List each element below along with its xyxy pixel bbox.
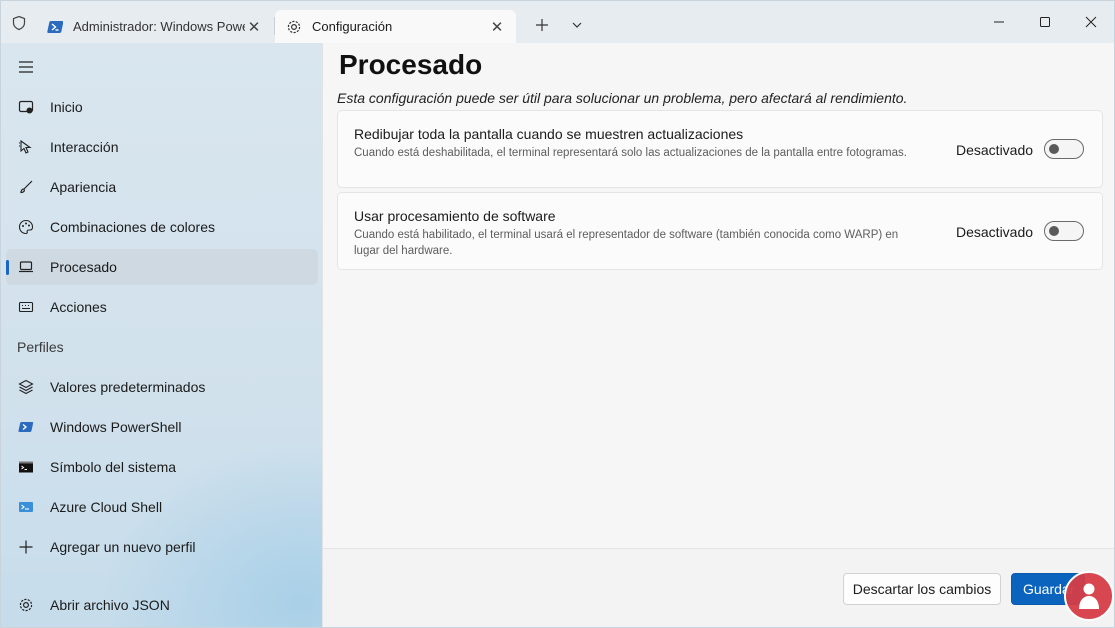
close-icon: [1085, 16, 1097, 28]
laptop-icon: [17, 258, 35, 276]
sidebar-item-label: Combinaciones de colores: [50, 219, 215, 235]
home-icon: [17, 98, 35, 116]
tab-title: Configuración: [312, 19, 393, 34]
plus-icon: [536, 19, 548, 31]
page-description: Esta configuración puede ser útil para s…: [337, 90, 908, 106]
tab-powershell[interactable]: Administrador: Windows Powe ✕: [36, 10, 273, 43]
setting-description: Cuando está habilitado, el terminal usar…: [354, 229, 899, 257]
maximize-button[interactable]: [1022, 7, 1068, 37]
tab-dropdown-button[interactable]: [565, 13, 589, 37]
watermark-logo: [1064, 571, 1114, 621]
setting-description: Cuando está deshabilitada, el terminal r…: [354, 147, 907, 159]
redraw-toggle-switch[interactable]: [1044, 139, 1084, 159]
cmd-icon: [17, 458, 35, 476]
toggle-knob: [1049, 144, 1059, 154]
sidebar-item-inicio[interactable]: Inicio: [6, 89, 318, 125]
sidebar-item-agregar-nuevo-perfil[interactable]: Agregar un nuevo perfil: [6, 529, 318, 565]
open-json-file-button[interactable]: Abrir archivo JSON: [6, 587, 318, 623]
discard-changes-button[interactable]: Descartar los cambios: [843, 573, 1001, 605]
sidebar-item-apariencia[interactable]: Apariencia: [6, 169, 318, 205]
maximize-icon: [1040, 17, 1050, 27]
azure-icon: [17, 498, 35, 516]
setting-card-software-rendering: Usar procesamiento de software Cuando es…: [337, 192, 1103, 270]
software-rendering-toggle-switch[interactable]: [1044, 221, 1084, 241]
minimize-button[interactable]: [976, 7, 1022, 37]
close-window-button[interactable]: [1068, 7, 1114, 37]
sidebar-item-combinaciones-de-colores[interactable]: Combinaciones de colores: [6, 209, 318, 245]
cursor-icon: [17, 138, 35, 156]
settings-footer: Descartar los cambios Guardar: [323, 548, 1114, 627]
sidebar-item-label: Símbolo del sistema: [50, 459, 177, 475]
sidebar-item-label: Abrir archivo JSON: [50, 597, 170, 613]
settings-sidebar: Inicio Interacción Apariencia Combinacio…: [1, 43, 322, 627]
tab-close-icon[interactable]: ✕: [488, 18, 506, 36]
gear-icon: [285, 18, 303, 36]
sidebar-item-label: Agregar un nuevo perfil: [50, 539, 196, 555]
sidebar-item-simbolo-del-sistema[interactable]: Símbolo del sistema: [6, 449, 318, 485]
setting-card-redraw-full-screen: Redibujar toda la pantalla cuando se mue…: [337, 110, 1103, 188]
sidebar-item-label: Valores predeterminados: [50, 379, 206, 395]
sidebar-item-windows-powershell[interactable]: Windows PowerShell: [6, 409, 318, 445]
keyboard-icon: [17, 298, 35, 316]
gear-icon: [17, 596, 35, 614]
chevron-down-icon: [572, 22, 582, 28]
sidebar-item-label: Azure Cloud Shell: [50, 499, 163, 515]
new-tab-button[interactable]: [529, 13, 555, 37]
sidebar-item-label: Interacción: [50, 139, 119, 155]
tab-title: Administrador: Windows Powe: [73, 19, 245, 34]
setting-title: Redibujar toda la pantalla cuando se mue…: [354, 126, 744, 142]
palette-icon: [17, 218, 35, 236]
powershell-icon: [46, 18, 64, 36]
tab-close-icon[interactable]: ✕: [245, 18, 263, 36]
hamburger-menu-icon[interactable]: [15, 56, 37, 78]
terminal-window: Administrador: Windows Powe ✕ Configurac…: [0, 0, 1115, 628]
layers-icon: [17, 378, 35, 396]
minimize-icon: [994, 21, 1004, 23]
brush-icon: [17, 178, 35, 196]
tab-settings[interactable]: Configuración ✕: [275, 10, 516, 43]
page-title: Procesado: [339, 49, 483, 80]
toggle-state-label: Desactivado: [956, 224, 1034, 240]
profiles-header: Perfiles: [17, 339, 64, 355]
sidebar-item-label: Procesado: [50, 259, 117, 275]
shield-icon[interactable]: [7, 11, 31, 35]
sidebar-item-valores-predeterminados[interactable]: Valores predeterminados: [6, 369, 318, 405]
sidebar-item-label: Acciones: [50, 299, 107, 315]
settings-content: Procesado Esta configuración puede ser ú…: [322, 43, 1114, 627]
sidebar-item-label: Apariencia: [50, 179, 117, 195]
sidebar-item-label: Inicio: [50, 99, 83, 115]
sidebar-item-procesado[interactable]: Procesado: [6, 249, 318, 285]
sidebar-item-acciones[interactable]: Acciones: [6, 289, 318, 325]
toggle-state-label: Desactivado: [956, 142, 1034, 158]
powershell-icon: [17, 418, 35, 436]
sidebar-item-interaccion[interactable]: Interacción: [6, 129, 318, 165]
sidebar-item-azure-cloud-shell[interactable]: Azure Cloud Shell: [6, 489, 318, 525]
title-bar: Administrador: Windows Powe ✕ Configurac…: [1, 1, 1114, 43]
sidebar-item-label: Windows PowerShell: [50, 419, 182, 435]
setting-title: Usar procesamiento de software: [354, 208, 556, 224]
toggle-knob: [1049, 226, 1059, 236]
plus-icon: [17, 538, 35, 556]
